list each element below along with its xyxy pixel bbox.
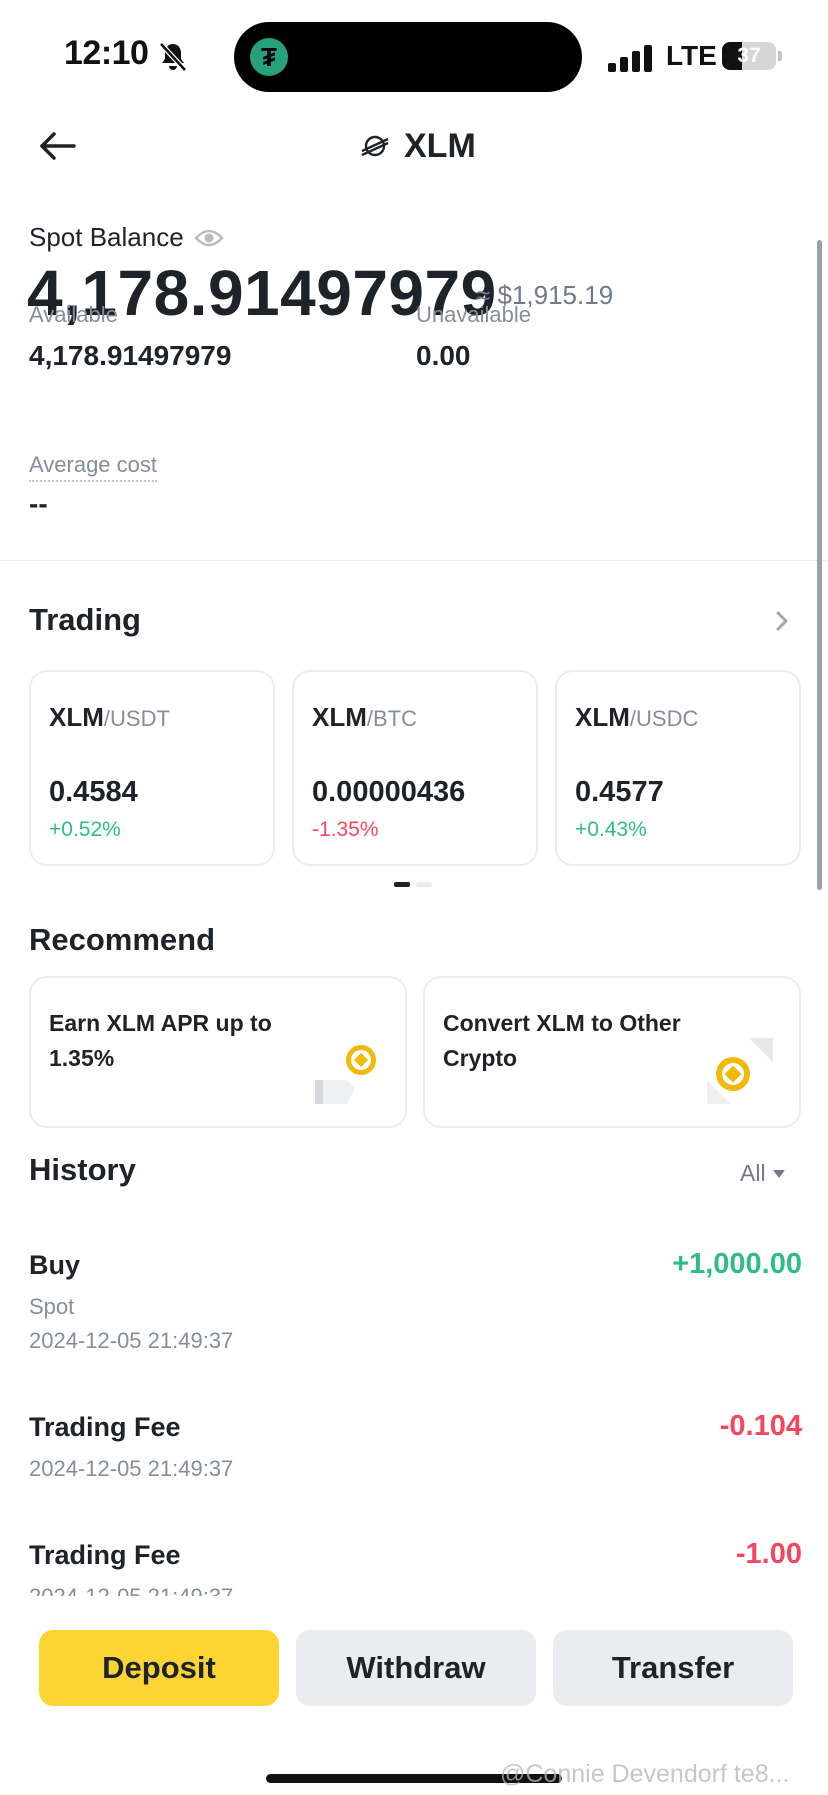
unavailable-value: 0.00 <box>416 340 471 371</box>
divider <box>0 560 828 561</box>
unavailable-label: Unavailable <box>416 302 531 327</box>
pair-name: XLM/USDT <box>49 702 170 732</box>
pair-price: 0.00000436 <box>312 776 466 808</box>
page-title: XLM <box>404 126 476 165</box>
withdraw-button[interactable]: Withdraw <box>296 1630 536 1706</box>
history-time: 2024-12-05 21:49:37 <box>29 1584 233 1596</box>
history-amount: -0.104 <box>719 1410 802 1442</box>
eye-icon[interactable] <box>194 227 224 249</box>
battery-level: 37 <box>737 44 761 67</box>
history-time: 2024-12-05 21:49:37 <box>29 1328 234 1353</box>
average-cost-value: -- <box>29 488 48 519</box>
pair-change: +0.52% <box>49 818 121 841</box>
scrollbar[interactable] <box>817 240 822 890</box>
available-value: 4,178.91497979 <box>29 340 232 371</box>
bell-muted-icon <box>159 42 187 72</box>
pair-name: XLM/BTC <box>312 702 418 732</box>
tether-icon: ₮ <box>250 38 288 76</box>
signal-icon <box>608 44 654 72</box>
average-cost-label[interactable]: Average cost <box>29 452 158 482</box>
chevron-right-icon[interactable] <box>770 606 794 636</box>
pair-card-xlm-btc[interactable]: XLM/BTC 0.00000436 -1.35% <box>292 670 538 866</box>
recommend-title: Recommend <box>29 922 216 957</box>
history-amount: +1,000.00 <box>672 1248 802 1280</box>
spot-balance-label-group: Spot Balance <box>29 222 224 253</box>
watermark: @Connie Devendorf te8... <box>500 1760 790 1788</box>
status-time: 12:10 <box>64 34 149 72</box>
pair-card-xlm-usdc[interactable]: XLM/USDC 0.4577 +0.43% <box>555 670 801 866</box>
deposit-button[interactable]: Deposit <box>39 1630 279 1706</box>
carousel-indicator <box>394 882 432 887</box>
dynamic-island: ₮ <box>234 22 582 92</box>
pair-price: 0.4577 <box>575 776 664 808</box>
arrow-left-icon[interactable] <box>36 124 80 168</box>
pair-card-xlm-usdt[interactable]: XLM/USDT 0.4584 +0.52% <box>29 670 275 866</box>
transfer-button[interactable]: Transfer <box>553 1630 793 1706</box>
pair-name: XLM/USDC <box>575 702 699 732</box>
trading-title: Trading <box>29 602 141 637</box>
carousel-dot <box>416 882 432 887</box>
pair-price: 0.4584 <box>49 776 138 808</box>
page-title-group: XLM <box>360 124 476 168</box>
pair-change: -1.35% <box>312 818 379 841</box>
battery-icon: 37 <box>722 42 782 70</box>
history-account: Spot <box>29 1294 75 1319</box>
stellar-icon <box>361 135 389 157</box>
screen: 12:10 ₮ LTE 37 XLM Spot Balance 4,178.91… <box>0 0 828 1795</box>
history-amount: -1.00 <box>735 1538 802 1570</box>
pair-change: +0.43% <box>575 818 647 841</box>
history-time: 2024-12-05 21:49:37 <box>29 1456 234 1481</box>
spot-balance-label: Spot Balance <box>29 222 184 252</box>
available-label: Available <box>29 302 118 327</box>
carousel-dot <box>394 882 410 887</box>
history-type: Buy <box>29 1250 81 1280</box>
network-type: LTE <box>666 40 717 71</box>
history-type: Trading Fee <box>29 1412 181 1442</box>
history-list: Buy Spot 2024-12-05 21:49:37 +1,000.00 T… <box>0 1060 828 1596</box>
history-type: Trading Fee <box>29 1540 181 1570</box>
